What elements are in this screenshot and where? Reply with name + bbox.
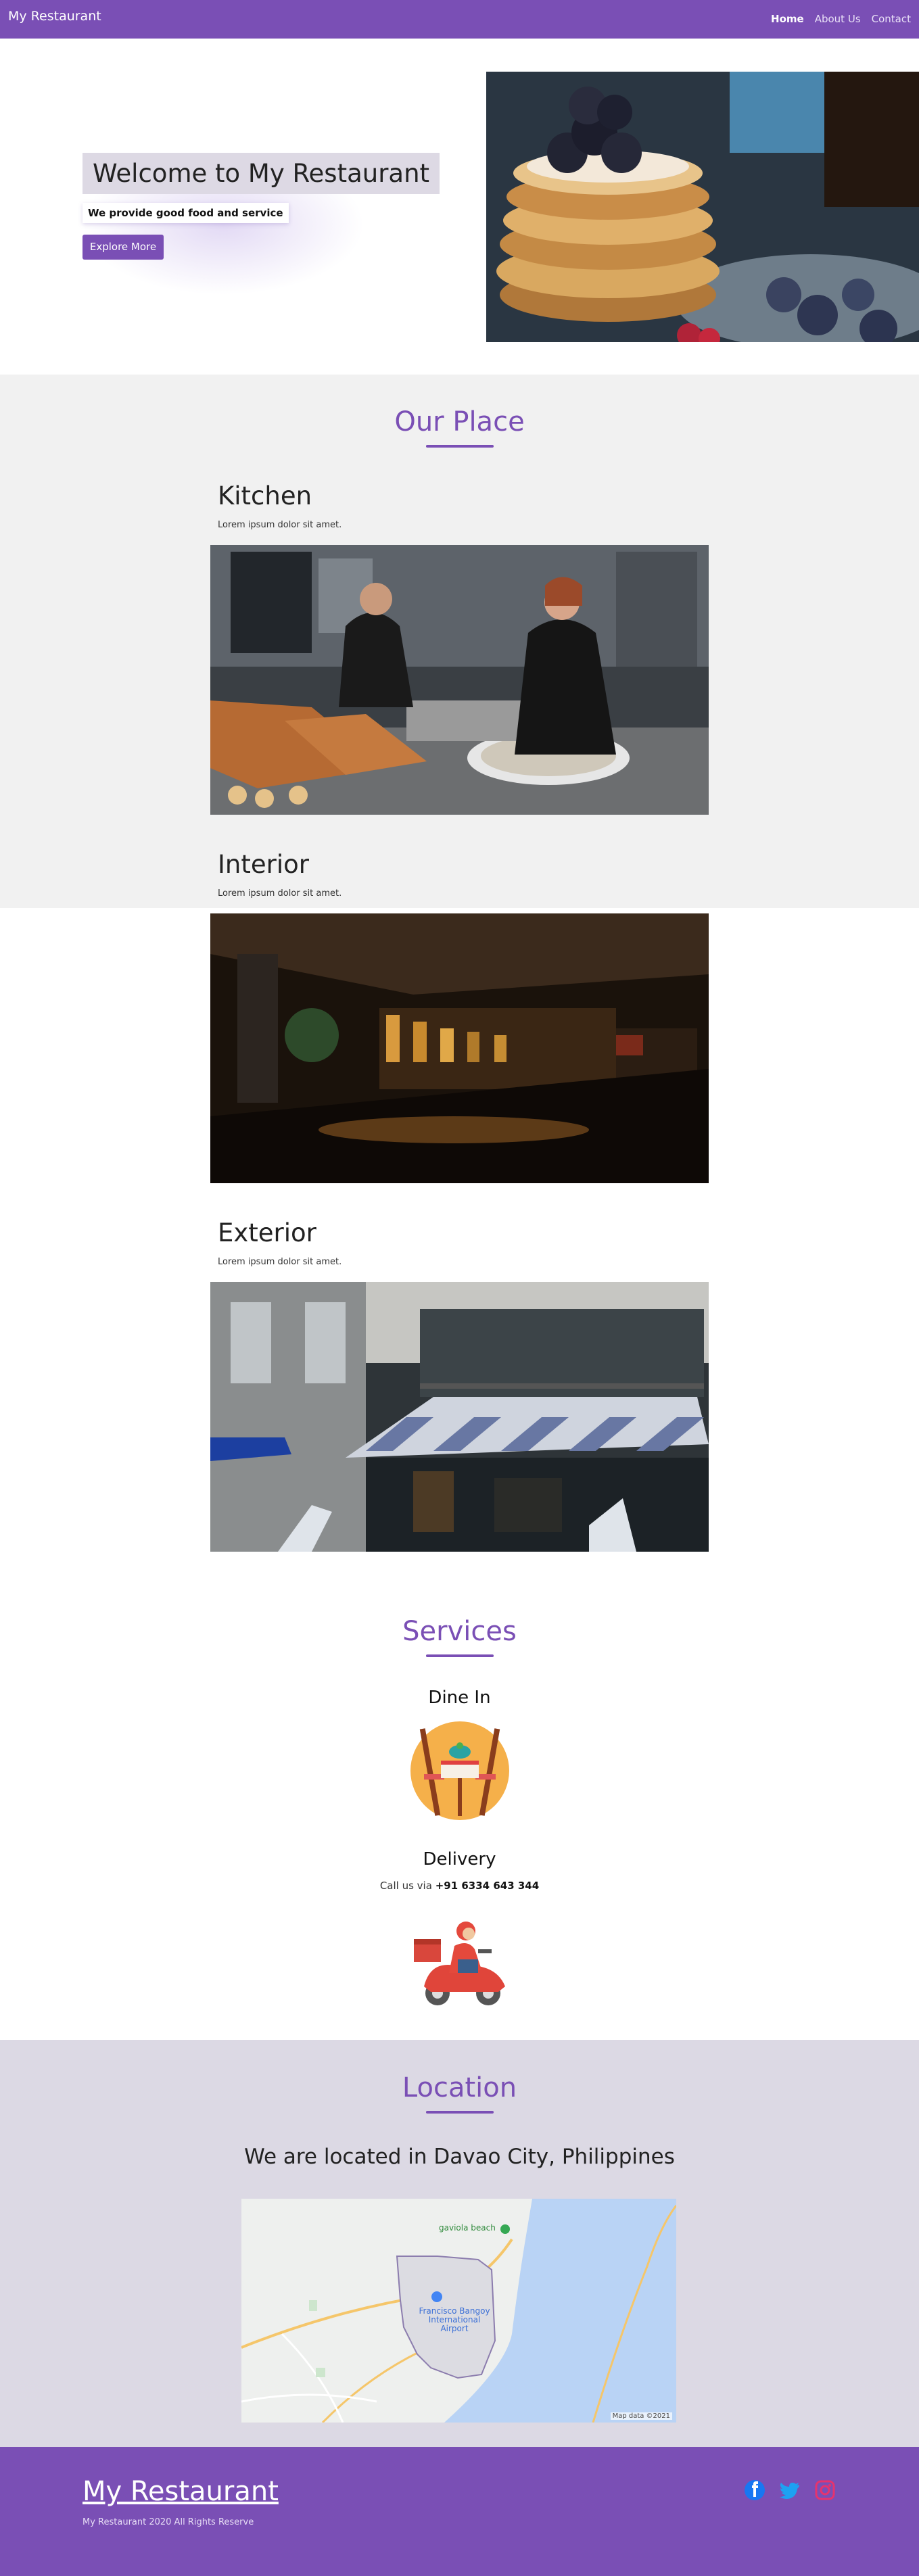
delivery-title: Delivery [423,1849,496,1869]
footer-copyright: My Restaurant 2020 All Rights Reserve [83,2517,254,2527]
nav-link-contact[interactable]: Contact [872,13,911,25]
services-section: Services Dine In Delivery Call us via +9… [0,1584,919,2040]
map-label-airport: Francisco Bangoy International Airport [419,2306,490,2333]
exterior-text: Lorem ipsum dolor sit amet. [218,1257,342,1267]
call-prefix: Call us via [379,1880,432,1892]
exterior-image [210,1282,709,1552]
location-map[interactable]: gaviola beach Francisco Bangoy Internati… [241,2199,676,2423]
facebook-icon[interactable] [744,2479,765,2501]
kitchen-title: Kitchen [218,481,312,510]
hero-pancake-image [486,72,919,342]
navbar-brand[interactable]: My Restaurant [8,9,101,24]
our-place-section: Our Place Kitchen Lorem ipsum dolor sit … [0,375,919,1552]
map-attribution: Map data ©2021 [610,2412,672,2420]
location-section: Location We are located in Davao City, P… [0,2040,919,2447]
hero-subtitle: We provide good food and service [83,203,289,223]
footer: My Restaurant My Restaurant 2020 All Rig… [0,2447,919,2576]
location-title: Location [402,2072,517,2103]
interior-title: Interior [218,850,309,879]
footer-brand[interactable]: My Restaurant [83,2476,279,2507]
kitchen-text: Lorem ipsum dolor sit amet. [218,520,342,530]
navbar: My Restaurant Home About Us Contact [0,0,919,39]
delivery-call-text: Call us via +91 6334 643 344 [0,1880,919,1892]
twitter-icon[interactable] [779,2479,801,2501]
kitchen-image [210,545,709,815]
services-underline [426,1654,494,1657]
dine-in-title: Dine In [428,1688,491,1708]
nav-link-about[interactable]: About Us [815,13,861,25]
our-place-underline [426,445,494,448]
map-label-beach: gaviola beach [439,2223,496,2233]
nav-links: Home About Us Contact [771,13,911,25]
explore-more-button[interactable]: Explore More [83,235,164,260]
nav-link-home[interactable]: Home [771,13,804,25]
interior-text: Lorem ipsum dolor sit amet. [218,888,342,899]
instagram-icon[interactable] [814,2479,836,2501]
phone-number[interactable]: +91 6334 643 344 [435,1880,539,1892]
delivery-scooter-icon [410,1912,509,2011]
location-subtitle: We are located in Davao City, Philippine… [244,2145,675,2169]
exterior-title: Exterior [218,1218,316,1247]
location-underline [426,2111,494,2114]
interior-image [210,913,709,1183]
hero-title: Welcome to My Restaurant [83,153,440,194]
dine-in-icon [410,1721,509,1820]
hero-section: Welcome to My Restaurant We provide good… [0,39,919,375]
our-place-title: Our Place [394,406,525,437]
services-title: Services [402,1616,517,1647]
